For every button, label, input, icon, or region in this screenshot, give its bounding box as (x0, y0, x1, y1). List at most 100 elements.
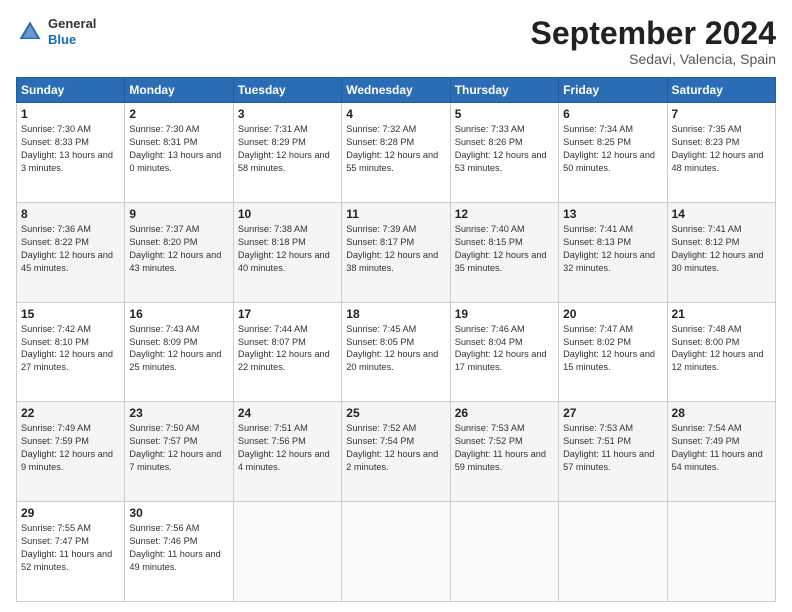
day-number: 4 (346, 107, 445, 121)
calendar-header-sunday: Sunday (17, 78, 125, 103)
day-info: Sunrise: 7:36 AMSunset: 8:22 PMDaylight:… (21, 223, 120, 275)
day-info: Sunrise: 7:53 AMSunset: 7:52 PMDaylight:… (455, 422, 554, 474)
day-number: 3 (238, 107, 337, 121)
calendar-cell (342, 502, 450, 602)
day-number: 16 (129, 307, 228, 321)
calendar-cell: 17Sunrise: 7:44 AMSunset: 8:07 PMDayligh… (233, 302, 341, 402)
calendar-week-row: 15 Sunrise: 7:42 AMSunset: 8:10 PMDayligh… (17, 302, 776, 402)
day-info: Sunrise: 7:49 AMSunset: 7:59 PMDaylight:… (21, 422, 120, 474)
day-number: 15 (21, 307, 120, 321)
day-number: 1 (21, 107, 120, 121)
calendar-cell: 9Sunrise: 7:37 AMSunset: 8:20 PMDaylight… (125, 202, 233, 302)
calendar-cell: 16 Sunrise: 7:43 AMSunset: 8:09 PMDayligh… (125, 302, 233, 402)
calendar-cell (667, 502, 775, 602)
calendar-cell: 24Sunrise: 7:51 AMSunset: 7:56 PMDayligh… (233, 402, 341, 502)
day-info: Sunrise: 7:45 AMSunset: 8:05 PMDaylight:… (346, 323, 445, 375)
calendar-cell: 14Sunrise: 7:41 AMSunset: 8:12 PMDayligh… (667, 202, 775, 302)
day-info: Sunrise: 7:51 AMSunset: 7:56 PMDaylight:… (238, 422, 337, 474)
day-number: 22 (21, 406, 120, 420)
logo-general-text: General (48, 16, 96, 32)
day-number: 26 (455, 406, 554, 420)
day-info: Sunrise: 7:42 AMSunset: 8:10 PMDaylight:… (21, 323, 120, 375)
calendar-cell: 15 Sunrise: 7:42 AMSunset: 8:10 PMDayligh… (17, 302, 125, 402)
calendar-cell: 18 Sunrise: 7:45 AMSunset: 8:05 PMDayligh… (342, 302, 450, 402)
day-number: 18 (346, 307, 445, 321)
calendar-cell: 11 Sunrise: 7:39 AMSunset: 8:17 PMDayligh… (342, 202, 450, 302)
calendar-cell (233, 502, 341, 602)
day-number: 11 (346, 207, 445, 221)
calendar-header-saturday: Saturday (667, 78, 775, 103)
day-number: 17 (238, 307, 337, 321)
calendar-cell: 2 Sunrise: 7:30 AMSunset: 8:31 PMDaylight… (125, 103, 233, 203)
day-info: Sunrise: 7:48 AMSunset: 8:00 PMDaylight:… (672, 323, 771, 375)
day-number: 30 (129, 506, 228, 520)
day-number: 28 (672, 406, 771, 420)
calendar-cell: 23 Sunrise: 7:50 AMSunset: 7:57 PMDayligh… (125, 402, 233, 502)
calendar-cell: 8 Sunrise: 7:36 AMSunset: 8:22 PMDaylight… (17, 202, 125, 302)
calendar-cell: 6Sunrise: 7:34 AMSunset: 8:25 PMDaylight… (559, 103, 667, 203)
day-number: 20 (563, 307, 662, 321)
month-title: September 2024 (531, 16, 776, 51)
calendar-header-tuesday: Tuesday (233, 78, 341, 103)
day-number: 21 (672, 307, 771, 321)
day-info: Sunrise: 7:39 AMSunset: 8:17 PMDaylight:… (346, 223, 445, 275)
location: Sedavi, Valencia, Spain (531, 51, 776, 67)
day-info: Sunrise: 7:30 AMSunset: 8:31 PMDaylight:… (129, 123, 228, 175)
day-number: 14 (672, 207, 771, 221)
day-info: Sunrise: 7:55 AMSunset: 7:47 PMDaylight:… (21, 522, 120, 574)
day-info: Sunrise: 7:31 AMSunset: 8:29 PMDaylight:… (238, 123, 337, 175)
calendar-week-row: 1 Sunrise: 7:30 AMSunset: 8:33 PMDaylight… (17, 103, 776, 203)
day-info: Sunrise: 7:30 AMSunset: 8:33 PMDaylight:… (21, 123, 120, 175)
calendar-cell: 1 Sunrise: 7:30 AMSunset: 8:33 PMDaylight… (17, 103, 125, 203)
calendar-cell: 26 Sunrise: 7:53 AMSunset: 7:52 PMDayligh… (450, 402, 558, 502)
calendar-header-row: SundayMondayTuesdayWednesdayThursdayFrid… (17, 78, 776, 103)
calendar-week-row: 8 Sunrise: 7:36 AMSunset: 8:22 PMDaylight… (17, 202, 776, 302)
calendar-cell: 10 Sunrise: 7:38 AMSunset: 8:18 PMDayligh… (233, 202, 341, 302)
day-info: Sunrise: 7:54 AMSunset: 7:49 PMDaylight:… (672, 422, 771, 474)
calendar-header-thursday: Thursday (450, 78, 558, 103)
day-number: 25 (346, 406, 445, 420)
calendar-cell: 28 Sunrise: 7:54 AMSunset: 7:49 PMDayligh… (667, 402, 775, 502)
day-info: Sunrise: 7:43 AMSunset: 8:09 PMDaylight:… (129, 323, 228, 375)
calendar-cell: 12 Sunrise: 7:40 AMSunset: 8:15 PMDayligh… (450, 202, 558, 302)
day-info: Sunrise: 7:32 AMSunset: 8:28 PMDaylight:… (346, 123, 445, 175)
calendar-cell: 30Sunrise: 7:56 AMSunset: 7:46 PMDayligh… (125, 502, 233, 602)
calendar-week-row: 29 Sunrise: 7:55 AMSunset: 7:47 PMDayligh… (17, 502, 776, 602)
calendar-cell (559, 502, 667, 602)
day-info: Sunrise: 7:50 AMSunset: 7:57 PMDaylight:… (129, 422, 228, 474)
day-number: 9 (129, 207, 228, 221)
calendar-cell (450, 502, 558, 602)
calendar-cell: 21 Sunrise: 7:48 AMSunset: 8:00 PMDayligh… (667, 302, 775, 402)
calendar-cell: 4 Sunrise: 7:32 AMSunset: 8:28 PMDaylight… (342, 103, 450, 203)
calendar-header-friday: Friday (559, 78, 667, 103)
day-number: 2 (129, 107, 228, 121)
calendar-week-row: 22 Sunrise: 7:49 AMSunset: 7:59 PMDayligh… (17, 402, 776, 502)
logo: General Blue (16, 16, 96, 47)
calendar-cell: 19Sunrise: 7:46 AMSunset: 8:04 PMDayligh… (450, 302, 558, 402)
day-info: Sunrise: 7:46 AMSunset: 8:04 PMDaylight:… (455, 323, 554, 375)
day-number: 12 (455, 207, 554, 221)
day-info: Sunrise: 7:35 AMSunset: 8:23 PMDaylight:… (672, 123, 771, 175)
day-info: Sunrise: 7:40 AMSunset: 8:15 PMDaylight:… (455, 223, 554, 275)
day-number: 10 (238, 207, 337, 221)
day-number: 5 (455, 107, 554, 121)
day-info: Sunrise: 7:33 AMSunset: 8:26 PMDaylight:… (455, 123, 554, 175)
header: General Blue September 2024 Sedavi, Vale… (16, 16, 776, 67)
calendar-cell: 27Sunrise: 7:53 AMSunset: 7:51 PMDayligh… (559, 402, 667, 502)
calendar-cell: 5 Sunrise: 7:33 AMSunset: 8:26 PMDaylight… (450, 103, 558, 203)
day-number: 8 (21, 207, 120, 221)
day-number: 23 (129, 406, 228, 420)
day-info: Sunrise: 7:53 AMSunset: 7:51 PMDaylight:… (563, 422, 662, 474)
day-info: Sunrise: 7:34 AMSunset: 8:25 PMDaylight:… (563, 123, 662, 175)
calendar-table: SundayMondayTuesdayWednesdayThursdayFrid… (16, 77, 776, 602)
day-info: Sunrise: 7:41 AMSunset: 8:13 PMDaylight:… (563, 223, 662, 275)
calendar-cell: 7 Sunrise: 7:35 AMSunset: 8:23 PMDaylight… (667, 103, 775, 203)
logo-blue-text: Blue (48, 32, 96, 48)
day-info: Sunrise: 7:38 AMSunset: 8:18 PMDaylight:… (238, 223, 337, 275)
day-number: 29 (21, 506, 120, 520)
logo-icon (16, 18, 44, 46)
calendar-cell: 20Sunrise: 7:47 AMSunset: 8:02 PMDayligh… (559, 302, 667, 402)
day-number: 7 (672, 107, 771, 121)
page: General Blue September 2024 Sedavi, Vale… (0, 0, 792, 612)
calendar-cell: 25Sunrise: 7:52 AMSunset: 7:54 PMDayligh… (342, 402, 450, 502)
